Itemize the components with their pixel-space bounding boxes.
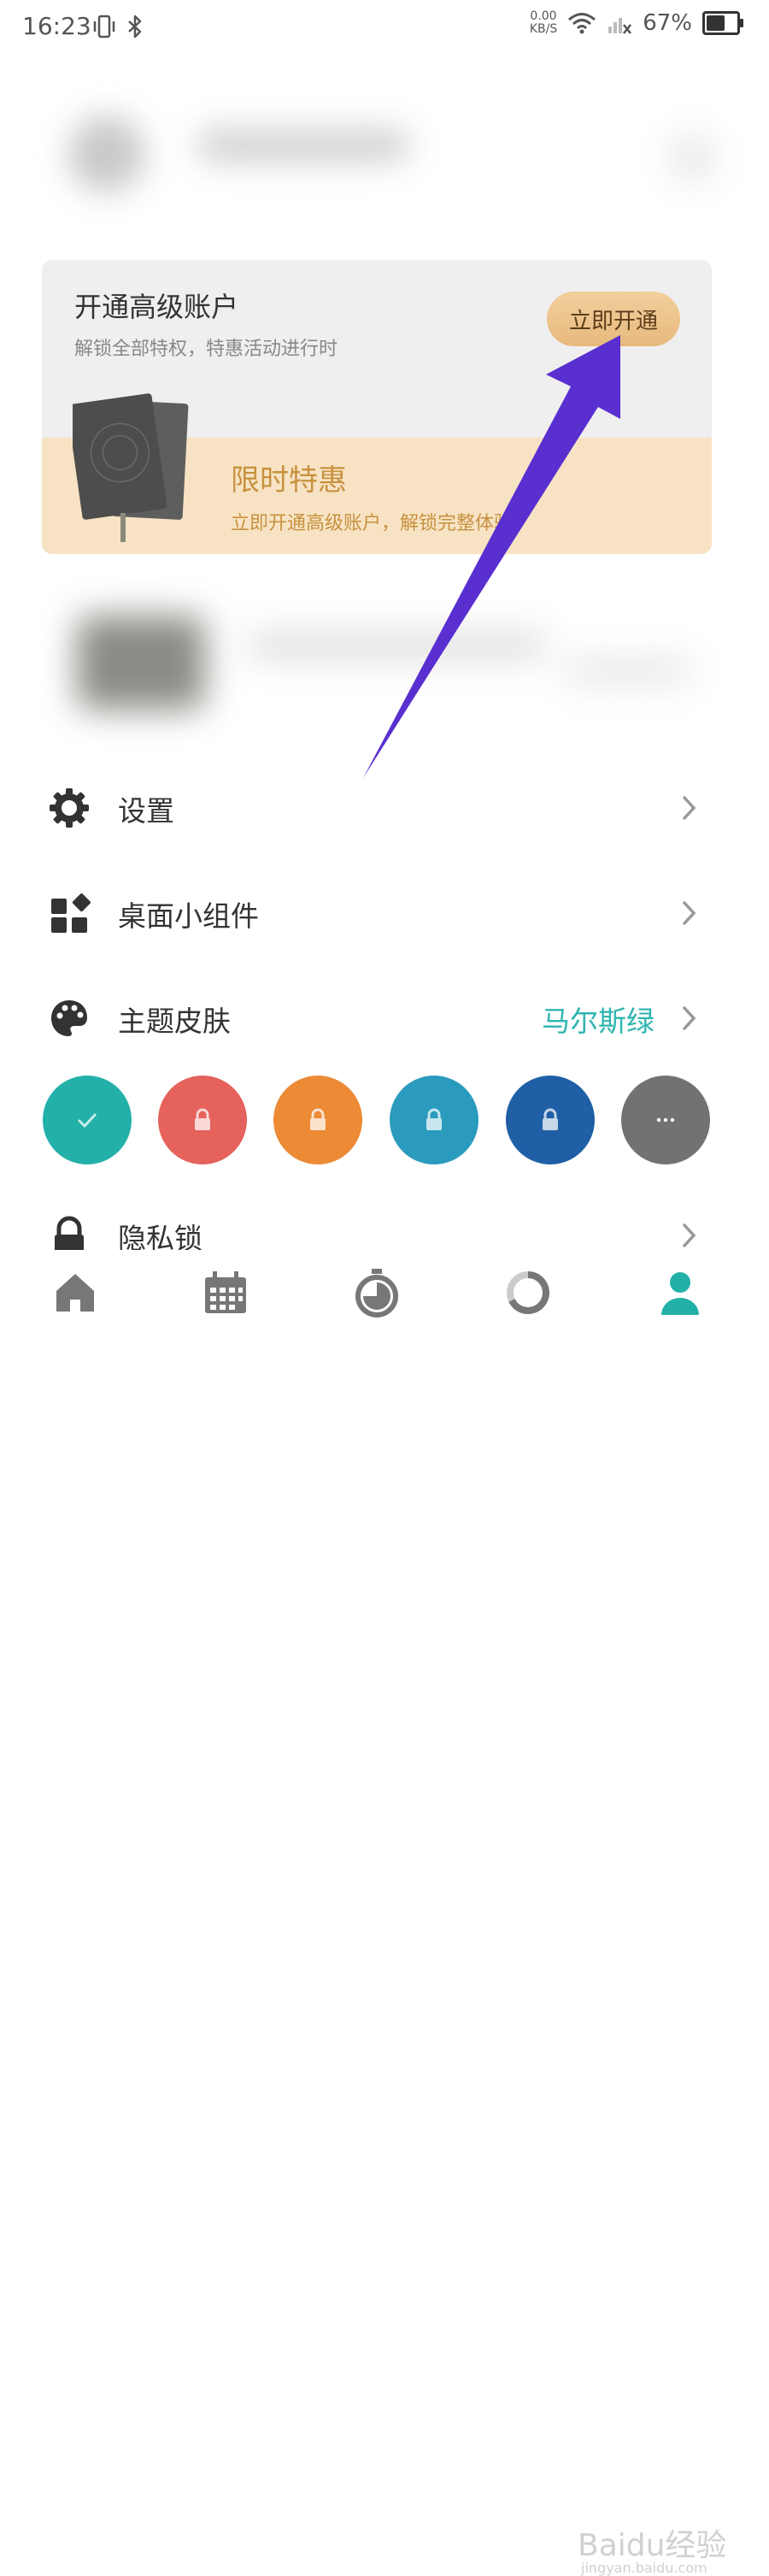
- promo-title: 限时特惠: [231, 463, 347, 498]
- status-time: 16:23: [22, 12, 91, 40]
- check-icon: [77, 1112, 97, 1129]
- theme-swatch-orange[interactable]: [273, 1076, 362, 1164]
- battery-icon: [702, 11, 743, 35]
- net-speed: 0.00 KB/S: [529, 9, 558, 36]
- banner-text: [248, 633, 547, 658]
- banner-thumbnail: [77, 616, 205, 710]
- theme-swatch-teal[interactable]: [43, 1076, 132, 1164]
- theme-swatch-cyan[interactable]: [390, 1076, 478, 1164]
- calendar-icon[interactable]: [200, 1267, 251, 1318]
- menu-settings[interactable]: 设置: [0, 773, 769, 841]
- gear-icon: [50, 788, 89, 828]
- menu-theme[interactable]: 主题皮肤 马尔斯绿: [0, 983, 769, 1052]
- battery-percent: 67%: [643, 10, 692, 36]
- menu-widgets[interactable]: 桌面小组件: [0, 878, 769, 946]
- profile-header[interactable]: [34, 90, 735, 235]
- timer-icon[interactable]: [351, 1267, 402, 1318]
- premium-card[interactable]: 开通高级账户 解锁全部特权，特惠活动进行时 立即开通 限时特惠 立即开通高级账户…: [42, 260, 712, 554]
- vibrate-icon: [93, 15, 115, 38]
- avatar[interactable]: [68, 115, 145, 192]
- stats-icon[interactable]: [502, 1267, 554, 1318]
- menu-widgets-label: 桌面小组件: [118, 899, 259, 933]
- chevron-right-icon: [683, 901, 696, 925]
- promo-subtitle: 立即开通高级账户，解锁完整体验: [231, 513, 514, 534]
- menu-theme-label: 主题皮肤: [118, 1005, 231, 1038]
- banner-secondary-text: [564, 658, 692, 684]
- bottom-nav: Baidu经验 jingyan.baidu.com: [0, 1250, 769, 2576]
- chevron-right-icon: [683, 1223, 696, 1247]
- profile-icon[interactable]: [655, 1267, 706, 1318]
- widgets-icon: [51, 893, 91, 933]
- profile-more-icon[interactable]: [666, 133, 718, 184]
- wifi-icon: [568, 13, 596, 34]
- activate-button[interactable]: 立即开通: [547, 292, 680, 346]
- menu-settings-label: 设置: [118, 794, 174, 828]
- lock-icon: [310, 1108, 326, 1130]
- watermark-url: jingyan.baidu.com: [581, 2560, 707, 2576]
- palette-icon: [51, 1000, 87, 1036]
- theme-swatch-more[interactable]: [621, 1076, 710, 1164]
- lock-icon: [195, 1108, 210, 1130]
- home-icon[interactable]: [50, 1267, 101, 1318]
- lock-icon: [426, 1108, 442, 1130]
- chevron-right-icon: [683, 796, 696, 820]
- premium-title: 开通高级账户: [74, 291, 239, 323]
- premium-subtitle: 解锁全部特权，特惠活动进行时: [74, 339, 338, 360]
- theme-swatch-red[interactable]: [158, 1076, 247, 1164]
- theme-swatch-blue[interactable]: [506, 1076, 595, 1164]
- chevron-right-icon: [683, 1006, 696, 1030]
- signal-icon: [608, 18, 632, 34]
- watermark-logo: Baidu经验: [578, 2528, 727, 2563]
- lock-icon: [543, 1108, 558, 1130]
- bluetooth-icon: [128, 15, 142, 38]
- status-bar: 16:23 0.00 KB/S 67%: [0, 0, 769, 55]
- profile-name: [197, 128, 410, 162]
- blurred-banner[interactable]: [51, 598, 735, 727]
- current-theme-value: 马尔斯绿: [542, 1005, 655, 1038]
- more-icon: [656, 1117, 675, 1123]
- notebook-image: [73, 393, 189, 542]
